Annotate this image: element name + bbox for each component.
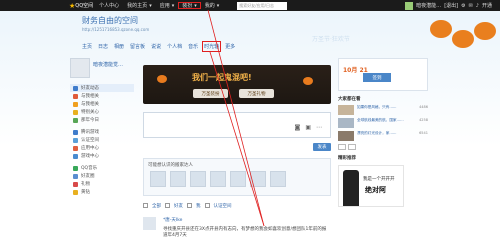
annotation-arrows	[207, 9, 265, 227]
arrow-line	[209, 51, 265, 227]
arrow-line	[207, 9, 265, 227]
